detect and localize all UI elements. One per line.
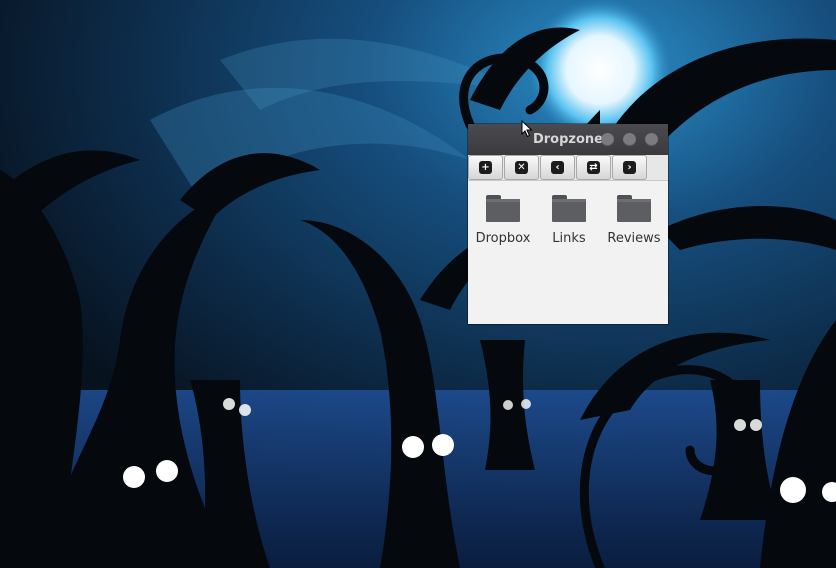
minimize-button[interactable] (601, 133, 614, 146)
file-label: Links (552, 231, 586, 246)
back-button[interactable]: ‹ (540, 155, 575, 180)
list-item[interactable]: Dropbox (471, 195, 535, 246)
forward-button[interactable]: › (612, 155, 647, 180)
toolbar: + ✕ ‹ ⇄ › (468, 155, 668, 181)
folder-icon (552, 195, 586, 222)
forward-arrow-icon: › (623, 161, 636, 174)
back-arrow-icon: ‹ (551, 161, 564, 174)
list-item[interactable]: Reviews (602, 195, 666, 246)
desktop-wallpaper (0, 0, 836, 568)
plus-icon: + (479, 161, 492, 174)
mouse-pointer-icon (521, 120, 533, 138)
swap-icon: ⇄ (587, 161, 600, 174)
wallpaper-image (0, 0, 836, 568)
folder-icon (486, 195, 520, 222)
window-titlebar[interactable]: Dropzone (468, 124, 668, 155)
folder-icon (617, 195, 651, 222)
maximize-button[interactable] (623, 133, 636, 146)
file-label: Dropbox (475, 231, 531, 246)
close-x-icon: ✕ (515, 161, 528, 174)
window-title: Dropzone (532, 132, 603, 147)
remove-button[interactable]: ✕ (504, 155, 539, 180)
list-item[interactable]: Links (537, 195, 601, 246)
swap-button[interactable]: ⇄ (576, 155, 611, 180)
close-button[interactable] (645, 133, 658, 146)
file-label: Reviews (607, 231, 661, 246)
dropzone-window: Dropzone + ✕ ‹ ⇄ › Dropbox Links Reviews (468, 124, 668, 324)
add-button[interactable]: + (468, 155, 503, 180)
